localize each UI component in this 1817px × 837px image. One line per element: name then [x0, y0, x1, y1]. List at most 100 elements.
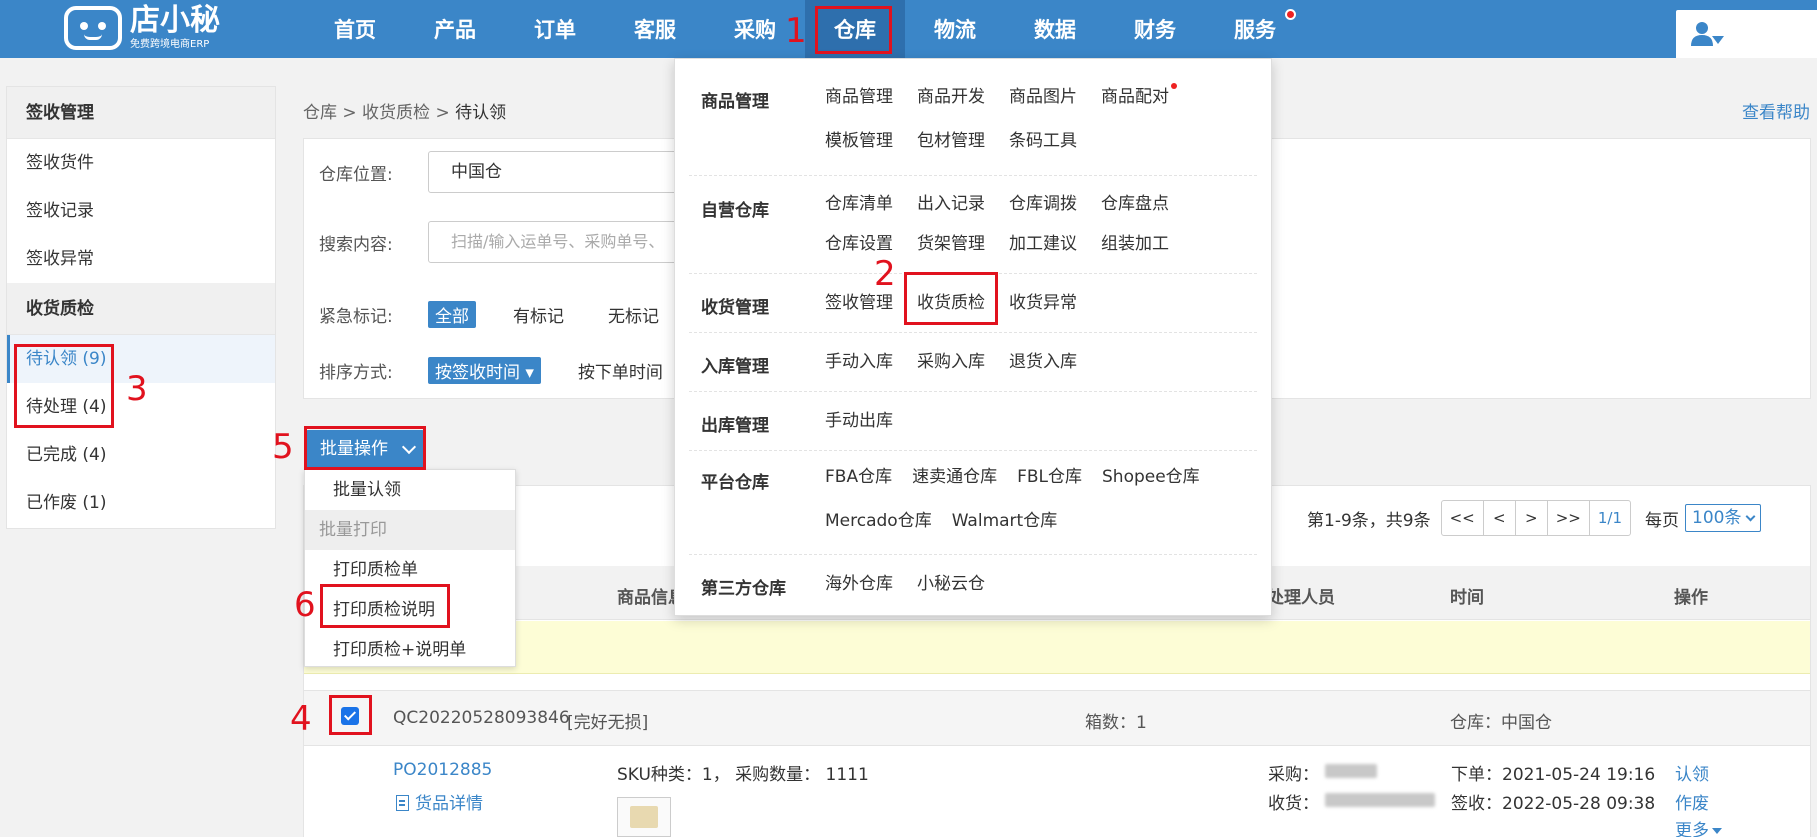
warehouse-mega-menu: 商品管理 商品管理 商品开发 商品图片 商品配对 模板管理 包材管理 条码工具 …	[674, 58, 1272, 616]
nav-data[interactable]: 数据	[1005, 0, 1105, 58]
mega-link-templates[interactable]: 模板管理	[825, 119, 893, 163]
annotation-number-6: 6	[294, 585, 316, 625]
per-page-label: 每页	[1645, 510, 1680, 531]
search-input[interactable]: 扫描/输入运单号、采购单号、	[428, 221, 678, 263]
mega-title-outbound: 出库管理	[701, 416, 769, 436]
sidebar-item-completed[interactable]: 已完成 (4)	[7, 431, 275, 479]
nav-customer-service[interactable]: 客服	[605, 0, 705, 58]
po-link[interactable]: PO2012885	[393, 760, 492, 780]
buyer-label: 采购：	[1268, 765, 1319, 785]
sort-label: 排序方式:	[319, 363, 393, 383]
annotation-box-3	[14, 344, 114, 428]
batch-claim-item[interactable]: 批量认领	[305, 470, 515, 510]
mega-link-mercado[interactable]: Mercado仓库	[825, 499, 932, 543]
mega-link-shopee[interactable]: Shopee仓库	[1102, 455, 1200, 499]
product-detail-link[interactable]: 货品详情	[396, 789, 483, 814]
mega-link-barcode-tool[interactable]: 条码工具	[1009, 119, 1077, 163]
notification-dot-icon	[1285, 9, 1296, 20]
mega-link-manual-outbound[interactable]: 手动出库	[825, 399, 893, 443]
sort-by-order-time[interactable]: 按下单时间	[571, 357, 670, 384]
mega-link-assembly[interactable]: 组装加工	[1101, 224, 1169, 264]
help-link[interactable]: 查看帮助	[1742, 98, 1810, 123]
pagination-info: 第1-9条，共9条	[1307, 510, 1431, 531]
order-time: 下单：2021-05-24 19:16	[1451, 765, 1656, 785]
mega-link-cloud-warehouse[interactable]: 小秘云仓	[917, 562, 985, 606]
void-link[interactable]: 作废	[1675, 789, 1709, 814]
mega-link-product-dev[interactable]: 商品开发	[917, 75, 985, 119]
sidebar-item-sign-shipment[interactable]: 签收货件	[7, 139, 275, 187]
page-next-button[interactable]: >	[1516, 501, 1548, 535]
page-prev-button[interactable]: <	[1484, 501, 1516, 535]
annotation-box-2	[904, 272, 998, 325]
mega-link-shelf-mgmt[interactable]: 货架管理	[917, 224, 985, 264]
mega-link-purchase-inbound[interactable]: 采购入库	[917, 340, 985, 384]
mega-link-aliexpress[interactable]: 速卖通仓库	[912, 455, 997, 499]
top-nav-bar: 店小秘 免费跨境电商ERP 首页 产品 订单 客服 采购 仓库 物流 数据 财务…	[0, 0, 1817, 58]
logo-name: 店小秘	[130, 3, 220, 38]
breadcrumb-current: 待认领	[455, 103, 507, 123]
product-thumbnail[interactable]	[617, 797, 671, 837]
mega-title-products: 商品管理	[701, 92, 769, 112]
nav-home[interactable]: 首页	[305, 0, 405, 58]
nav-products[interactable]: 产品	[405, 0, 505, 58]
mega-link-io-records[interactable]: 出入记录	[917, 184, 985, 224]
mega-link-transfer[interactable]: 仓库调拨	[1009, 184, 1077, 224]
page-first-button[interactable]: <<	[1442, 501, 1484, 535]
mega-title-own-warehouse: 自营仓库	[701, 201, 769, 221]
claim-link[interactable]: 认领	[1675, 760, 1709, 785]
th-handler: 处理人员	[1267, 588, 1335, 608]
mega-link-receiving-exception[interactable]: 收货异常	[1009, 281, 1077, 325]
mega-link-overseas[interactable]: 海外仓库	[825, 562, 893, 606]
mega-link-stocktake[interactable]: 仓库盘点	[1101, 184, 1169, 224]
sku-info: SKU种类：1， 采购数量： 1111	[617, 765, 869, 785]
more-link[interactable]: 更多	[1675, 816, 1722, 837]
breadcrumb-path[interactable]: 仓库 > 收货质检 >	[303, 103, 455, 123]
mega-link-fba[interactable]: FBA仓库	[825, 455, 892, 499]
print-qc-and-instructions-item[interactable]: 打印质检+说明单	[305, 630, 515, 670]
th-time: 时间	[1450, 588, 1484, 608]
mega-link-processing-advice[interactable]: 加工建议	[1009, 224, 1077, 264]
per-page-value: 100条	[1692, 508, 1742, 528]
mega-link-fbl[interactable]: FBL仓库	[1017, 455, 1082, 499]
sign-time: 签收：2022-05-28 09:38	[1451, 794, 1656, 814]
nav-finance[interactable]: 财务	[1105, 0, 1205, 58]
mega-link-product-mgmt[interactable]: 商品管理	[825, 75, 893, 119]
mega-link-product-images[interactable]: 商品图片	[1009, 75, 1077, 119]
sort-by-sign-time[interactable]: 按签收时间 ▾	[428, 357, 541, 384]
mega-link-warehouse-list[interactable]: 仓库清单	[825, 184, 893, 224]
mega-title-platform-warehouse: 平台仓库	[701, 473, 769, 493]
warehouse-select[interactable]: 中国仓	[428, 151, 678, 193]
nav-logistics[interactable]: 物流	[905, 0, 1005, 58]
annotation-number-2: 2	[874, 254, 896, 294]
urgent-label: 紧急标记:	[319, 307, 393, 327]
box-count: 箱数：1	[1085, 713, 1147, 733]
th-action: 操作	[1674, 588, 1708, 608]
buyer-redacted	[1325, 764, 1377, 778]
urgent-unmarked[interactable]: 无标记	[601, 301, 666, 328]
mega-link-product-pairing[interactable]: 商品配对	[1101, 75, 1177, 119]
urgent-all[interactable]: 全部	[428, 301, 476, 328]
pagination: 第1-9条，共9条 << < > >> 1/1 每页 100条	[1307, 500, 1762, 536]
mega-link-packaging[interactable]: 包材管理	[917, 119, 985, 163]
mega-link-return-inbound[interactable]: 退货入库	[1009, 340, 1077, 384]
page-last-button[interactable]: >>	[1548, 501, 1590, 535]
mega-link-manual-inbound[interactable]: 手动入库	[825, 340, 893, 384]
sidebar-item-sign-exceptions[interactable]: 签收异常	[7, 235, 275, 283]
sidebar-item-sign-records[interactable]: 签收记录	[7, 187, 275, 235]
notice-row	[304, 621, 1810, 674]
user-icon	[1691, 22, 1724, 46]
app-logo[interactable]: 店小秘 免费跨境电商ERP	[64, 2, 220, 54]
receiver-label: 收货：	[1268, 794, 1319, 814]
robot-logo-icon	[64, 6, 122, 50]
sidebar-item-voided[interactable]: 已作废 (1)	[7, 479, 275, 527]
annotation-box-6	[320, 584, 450, 628]
user-menu[interactable]	[1676, 10, 1817, 58]
nav-orders[interactable]: 订单	[505, 0, 605, 58]
qc-status: [完好无损]	[567, 713, 649, 733]
urgent-marked[interactable]: 有标记	[506, 301, 571, 328]
page-indicator[interactable]: 1/1	[1590, 501, 1630, 535]
search-label: 搜索内容:	[319, 234, 393, 255]
mega-link-walmart[interactable]: Walmart仓库	[952, 499, 1058, 543]
document-icon	[396, 795, 409, 811]
per-page-select[interactable]: 100条	[1685, 504, 1762, 532]
